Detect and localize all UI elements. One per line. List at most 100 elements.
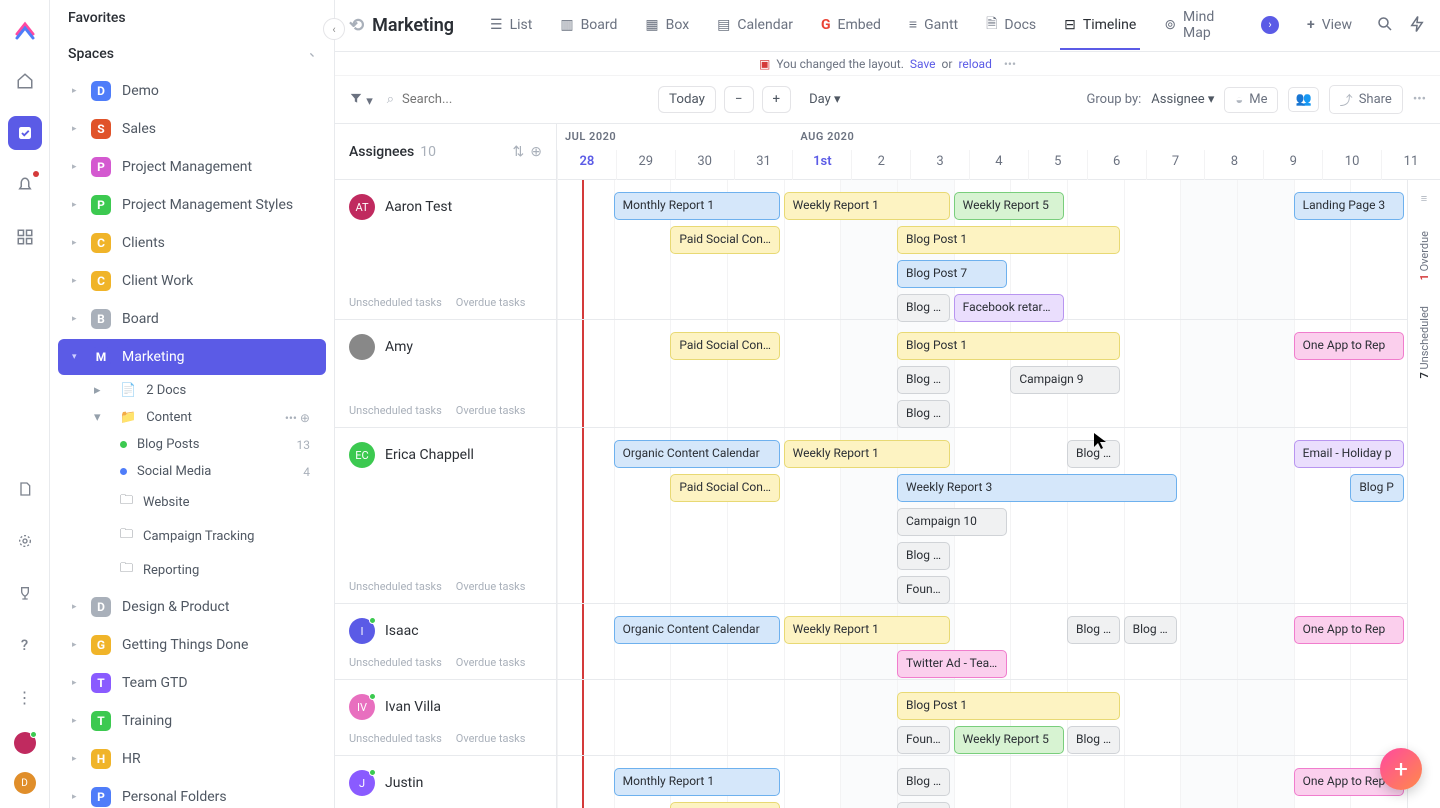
notifications-icon[interactable] bbox=[8, 168, 42, 202]
sidebar-space-getting-things-done[interactable]: ▸GGetting Things Done bbox=[58, 627, 326, 663]
task-bar[interactable]: Paid Social Cont... bbox=[670, 332, 780, 360]
dashboards-icon[interactable] bbox=[8, 220, 42, 254]
task-bar[interactable]: Paid Social Cont... bbox=[670, 226, 780, 254]
task-bar[interactable]: Blog 25 bbox=[897, 542, 950, 570]
tab-calendar[interactable]: ▤Calendar bbox=[713, 2, 797, 50]
home-icon[interactable] bbox=[8, 64, 42, 98]
tab-box[interactable]: ▦Box bbox=[641, 2, 693, 50]
overdue-rail[interactable]: 1 Overdue bbox=[1418, 231, 1431, 280]
sidebar-campaign-tracking[interactable]: 🗀Campaign Tracking bbox=[94, 519, 334, 553]
save-link[interactable]: Save bbox=[910, 57, 936, 71]
task-bar[interactable]: Paid Social Cont... bbox=[670, 474, 780, 502]
sort-icon[interactable]: ⇅ bbox=[513, 144, 525, 160]
unscheduled-toggle-icon[interactable]: ≡ bbox=[1421, 192, 1427, 205]
task-bar[interactable]: Weekly Report 5 bbox=[954, 726, 1064, 754]
task-bar[interactable]: Blog Post 1 bbox=[897, 692, 1120, 720]
assignee-avatar[interactable]: J bbox=[349, 770, 375, 796]
user-avatar-2[interactable]: D bbox=[14, 772, 36, 794]
task-bar[interactable]: Blog P... bbox=[897, 802, 950, 808]
reload-link[interactable]: reload bbox=[958, 57, 991, 71]
more-views-button[interactable]: › bbox=[1257, 1, 1283, 51]
goals-icon[interactable] bbox=[8, 576, 42, 610]
share-button[interactable]: ⤴Share bbox=[1329, 85, 1403, 114]
task-bar[interactable]: Weekly Report 1 bbox=[784, 440, 951, 468]
tasks-icon[interactable] bbox=[8, 116, 42, 150]
sidebar-space-project-management[interactable]: ▸PProject Management bbox=[58, 149, 326, 185]
sidebar-space-sales[interactable]: ▸SSales bbox=[58, 111, 326, 147]
today-button[interactable]: Today bbox=[658, 86, 716, 113]
task-bar[interactable]: Blog P... bbox=[897, 400, 950, 428]
sidebar-reporting[interactable]: 🗀Reporting bbox=[94, 553, 334, 587]
tab-docs[interactable]: 🗎Docs bbox=[982, 0, 1040, 54]
tab-gantt[interactable]: ≡Gantt bbox=[905, 1, 962, 50]
unscheduled-link[interactable]: Unscheduled tasks bbox=[349, 732, 442, 745]
overdue-link[interactable]: Overdue tasks bbox=[456, 732, 526, 745]
me-filter[interactable]: ◒Me bbox=[1224, 87, 1278, 113]
pulse-icon[interactable] bbox=[8, 524, 42, 558]
unscheduled-link[interactable]: Unscheduled tasks bbox=[349, 580, 442, 593]
view-settings-icon[interactable]: ••• bbox=[1413, 92, 1426, 107]
tab-board[interactable]: ▥Board bbox=[556, 2, 621, 50]
help-icon[interactable]: ? bbox=[8, 628, 42, 662]
task-bar[interactable]: Monthly Report 1 bbox=[614, 192, 781, 220]
search-input[interactable] bbox=[402, 92, 522, 107]
task-bar[interactable]: Blog P bbox=[1350, 474, 1403, 502]
assignee-avatar[interactable]: I bbox=[349, 618, 375, 644]
zoom-in-button[interactable]: + bbox=[762, 86, 792, 113]
task-bar[interactable]: Blog 25 bbox=[897, 366, 950, 394]
task-bar[interactable]: Twitter Ad - Tea... bbox=[897, 650, 1007, 678]
task-bar[interactable]: Weekly Report 5 bbox=[954, 192, 1064, 220]
task-bar[interactable]: One App to Rep bbox=[1294, 616, 1404, 644]
task-bar[interactable]: Campaign 10 bbox=[897, 508, 1007, 536]
scale-dropdown[interactable]: Day ▾ bbox=[799, 87, 850, 112]
tab-timeline[interactable]: ⊟Timeline bbox=[1060, 2, 1140, 50]
settings-icon[interactable]: ⊕ bbox=[530, 144, 542, 160]
sidebar-social-media[interactable]: Social Media4 bbox=[94, 458, 334, 485]
sidebar-content[interactable]: ▾📁Content••• ⊕ bbox=[94, 404, 334, 431]
docs-icon[interactable] bbox=[8, 472, 42, 506]
favorites-header[interactable]: Favorites bbox=[50, 0, 334, 26]
search-spaces-icon[interactable] bbox=[301, 44, 316, 63]
sidebar-space-hr[interactable]: ▸HHR bbox=[58, 741, 326, 777]
task-bar[interactable]: Facebook retarg... bbox=[954, 294, 1064, 322]
search-icon[interactable] bbox=[1376, 15, 1394, 37]
task-bar[interactable]: Blog 25 bbox=[897, 294, 950, 322]
unscheduled-link[interactable]: Unscheduled tasks bbox=[349, 404, 442, 417]
overdue-link[interactable]: Overdue tasks bbox=[456, 296, 526, 309]
notice-more-icon[interactable]: ••• bbox=[1004, 57, 1016, 71]
task-bar[interactable]: Landing Page 3 bbox=[1294, 192, 1404, 220]
sidebar-space-client-work[interactable]: ▸CClient Work bbox=[58, 263, 326, 299]
assignee-avatar[interactable] bbox=[349, 334, 375, 360]
overdue-link[interactable]: Overdue tasks bbox=[456, 580, 526, 593]
tab-mind-map[interactable]: ⊚Mind Map bbox=[1160, 0, 1237, 58]
sidebar-space-marketing[interactable]: ▾MMarketing bbox=[58, 339, 326, 375]
app-logo[interactable] bbox=[13, 18, 37, 46]
sidebar-website[interactable]: 🗀Website bbox=[94, 485, 334, 519]
add-view-button[interactable]: +View bbox=[1303, 2, 1356, 50]
sidebar-space-training[interactable]: ▸TTraining bbox=[58, 703, 326, 739]
task-bar[interactable]: Blog P... bbox=[1067, 726, 1120, 754]
sidebar-space-clients[interactable]: ▸CClients bbox=[58, 225, 326, 261]
task-bar[interactable]: Found... bbox=[897, 576, 950, 604]
tab-list[interactable]: ☰List bbox=[486, 2, 536, 50]
zoom-out-button[interactable]: − bbox=[724, 86, 754, 113]
overdue-link[interactable]: Overdue tasks bbox=[456, 656, 526, 669]
sidebar-docs[interactable]: ▸📄2 Docs bbox=[94, 377, 334, 404]
sidebar-space-personal-folders[interactable]: ▸PPersonal Folders bbox=[58, 779, 326, 808]
unscheduled-rail[interactable]: 7 Unscheduled bbox=[1418, 306, 1431, 379]
create-task-fab[interactable]: + bbox=[1380, 748, 1422, 790]
task-bar[interactable]: Campaign 9 bbox=[1010, 366, 1120, 394]
user-avatar-1[interactable] bbox=[14, 732, 36, 754]
task-bar[interactable]: Blog Post 1 bbox=[897, 332, 1120, 360]
tab-embed[interactable]: GEmbed bbox=[817, 2, 885, 50]
task-bar[interactable]: Blog 25 bbox=[897, 768, 950, 796]
sidebar-space-project-management-styles[interactable]: ▸PProject Management Styles bbox=[58, 187, 326, 223]
task-bar[interactable]: Organic Content Calendar bbox=[614, 616, 781, 644]
task-bar[interactable]: Weekly Report 1 bbox=[784, 192, 951, 220]
more-icon[interactable]: ⋮ bbox=[8, 680, 42, 714]
groupby-dropdown[interactable]: Assignee ▾ bbox=[1151, 92, 1214, 107]
task-bar[interactable]: Paid Social Cont... bbox=[670, 802, 780, 808]
sidebar-blog-posts[interactable]: Blog Posts13 bbox=[94, 431, 334, 458]
filter-icon[interactable]: ▾ bbox=[349, 91, 373, 109]
task-bar[interactable]: Blog P... bbox=[1067, 616, 1120, 644]
